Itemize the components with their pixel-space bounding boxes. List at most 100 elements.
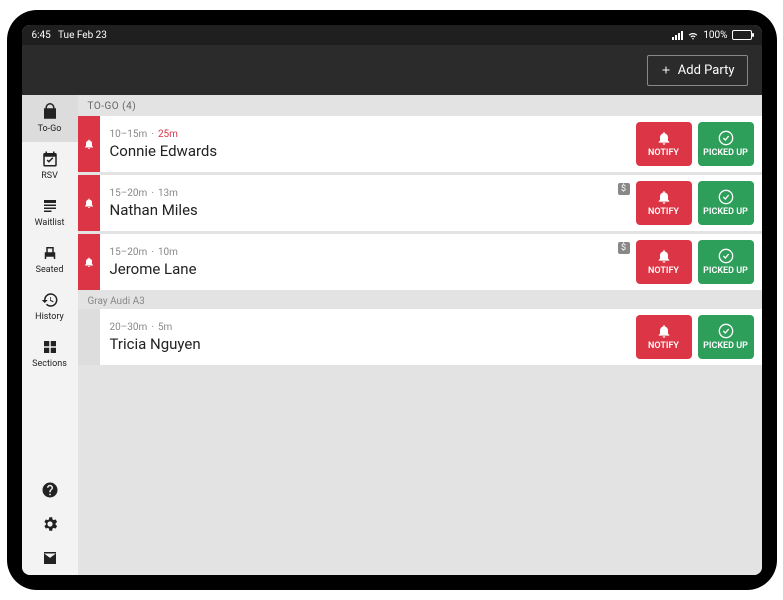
quote-time: 10–15m	[110, 129, 148, 140]
bell-indicator	[78, 234, 100, 290]
list-row[interactable]: 20–30m· 5m Tricia Nguyen NOTIFY PICKED UP	[78, 309, 762, 365]
help-button[interactable]	[41, 481, 59, 499]
sidebar-item-togo[interactable]: To-Go	[22, 95, 78, 142]
bag-icon	[41, 103, 59, 121]
row-body: 10–15m· 25m Connie Edwards	[100, 116, 636, 172]
sidebar-item-label: Waitlist	[35, 218, 65, 228]
sidebar-item-label: RSV	[41, 171, 58, 181]
row-actions: NOTIFY PICKED UP	[636, 309, 762, 365]
row-body: 15–20m· 10m Jerome Lane $	[100, 234, 636, 290]
guest-name: Jerome Lane	[110, 260, 626, 278]
add-party-label: Add Party	[678, 63, 735, 78]
notify-label: NOTIFY	[648, 148, 679, 158]
sidebar-item-seated[interactable]: Seated	[22, 236, 78, 283]
wifi-icon	[687, 29, 699, 41]
notify-button[interactable]: NOTIFY	[636, 240, 692, 284]
sidebar-item-waitlist[interactable]: Waitlist	[22, 189, 78, 236]
separator: ·	[151, 247, 154, 258]
bell-indicator	[78, 116, 100, 172]
mail-button[interactable]	[41, 549, 59, 567]
bell-icon	[656, 189, 672, 205]
status-date: Tue Feb 23	[58, 30, 107, 41]
quote-time: 15–20m	[110, 188, 148, 199]
sidebar-item-label: Sections	[32, 359, 67, 369]
blank-indicator	[78, 309, 100, 365]
row-meta: 15–20m· 10m	[110, 247, 626, 258]
row-body: 20–30m· 5m Tricia Nguyen	[100, 309, 636, 365]
notify-label: NOTIFY	[648, 266, 679, 276]
wait-time: 25m	[158, 129, 178, 140]
bell-icon	[656, 130, 672, 146]
quote-time: 20–30m	[110, 322, 148, 333]
separator: ·	[151, 188, 154, 199]
sidebar-item-rsv[interactable]: RSV	[22, 142, 78, 189]
quote-time: 15–20m	[110, 247, 148, 258]
row-sub-header: Gray Audi A3	[78, 293, 762, 309]
wait-time: 10m	[158, 247, 178, 258]
list-icon	[41, 197, 59, 215]
check-icon	[718, 323, 734, 339]
wait-time: 5m	[158, 322, 172, 333]
separator: ·	[151, 129, 154, 140]
check-icon	[718, 189, 734, 205]
status-time: 6:45	[32, 30, 51, 41]
status-right: 100%	[672, 29, 751, 41]
picked-up-label: PICKED UP	[703, 148, 748, 158]
sidebar-item-sections[interactable]: Sections	[22, 330, 78, 377]
picked-up-button[interactable]: PICKED UP	[698, 122, 754, 166]
history-icon	[41, 291, 59, 309]
row-meta: 20–30m· 5m	[110, 322, 626, 333]
row-actions: NOTIFY PICKED UP	[636, 175, 762, 231]
notify-label: NOTIFY	[648, 207, 679, 217]
payment-icon: $	[618, 183, 630, 195]
notify-label: NOTIFY	[648, 341, 679, 351]
notify-button[interactable]: NOTIFY	[636, 315, 692, 359]
row-actions: NOTIFY PICKED UP	[636, 234, 762, 290]
check-icon	[718, 248, 734, 264]
signal-icon	[672, 30, 683, 40]
sidebar-item-label: To-Go	[38, 124, 62, 134]
notify-button[interactable]: NOTIFY	[636, 122, 692, 166]
list-row[interactable]: 10–15m· 25m Connie Edwards NOTIFY PICKED UP	[78, 116, 762, 172]
guest-name: Tricia Nguyen	[110, 335, 626, 353]
list-row[interactable]: 15–20m· 10m Jerome Lane $ NOTIFY PICKED UP	[78, 234, 762, 290]
bell-icon	[656, 248, 672, 264]
content: To-Go RSV Waitlist	[22, 95, 762, 575]
row-meta: 10–15m· 25m	[110, 129, 626, 140]
wait-time: 13m	[158, 188, 178, 199]
picked-up-button[interactable]: PICKED UP	[698, 315, 754, 359]
sidebar-item-label: History	[35, 312, 64, 322]
separator: ·	[151, 322, 154, 333]
check-icon	[718, 130, 734, 146]
row-meta: 15–20m· 13m	[110, 188, 626, 199]
calendar-check-icon	[41, 150, 59, 168]
payment-icon: $	[618, 242, 630, 254]
sidebar-item-label: Seated	[36, 265, 64, 275]
sidebar: To-Go RSV Waitlist	[22, 95, 78, 575]
picked-up-label: PICKED UP	[703, 266, 748, 276]
bell-icon	[656, 323, 672, 339]
row-body: 15–20m· 13m Nathan Miles $	[100, 175, 636, 231]
sidebar-item-history[interactable]: History	[22, 283, 78, 330]
settings-button[interactable]	[41, 515, 59, 533]
main-list: TO-GO (4) 10–15m·25mConnie EdwardsNOTIFY…	[78, 95, 762, 575]
notify-button[interactable]: NOTIFY	[636, 181, 692, 225]
bell-indicator	[78, 175, 100, 231]
chair-icon	[41, 244, 59, 262]
list-row[interactable]: 15–20m· 13m Nathan Miles $ NOTIFY PICKED UP	[78, 175, 762, 231]
top-bar: Add Party	[22, 45, 762, 95]
screen: 6:45 Tue Feb 23 100% Add Party	[22, 25, 762, 575]
picked-up-button[interactable]: PICKED UP	[698, 181, 754, 225]
picked-up-label: PICKED UP	[703, 207, 748, 217]
picked-up-button[interactable]: PICKED UP	[698, 240, 754, 284]
row-actions: NOTIFY PICKED UP	[636, 116, 762, 172]
picked-up-label: PICKED UP	[703, 341, 748, 351]
guest-name: Nathan Miles	[110, 201, 626, 219]
guest-name: Connie Edwards	[110, 142, 626, 160]
device-frame: 6:45 Tue Feb 23 100% Add Party	[7, 10, 777, 590]
grid-icon	[41, 338, 59, 356]
battery-icon	[732, 30, 752, 40]
status-battery-pct: 100%	[703, 30, 727, 41]
add-party-button[interactable]: Add Party	[647, 55, 748, 86]
status-bar: 6:45 Tue Feb 23 100%	[22, 25, 762, 45]
